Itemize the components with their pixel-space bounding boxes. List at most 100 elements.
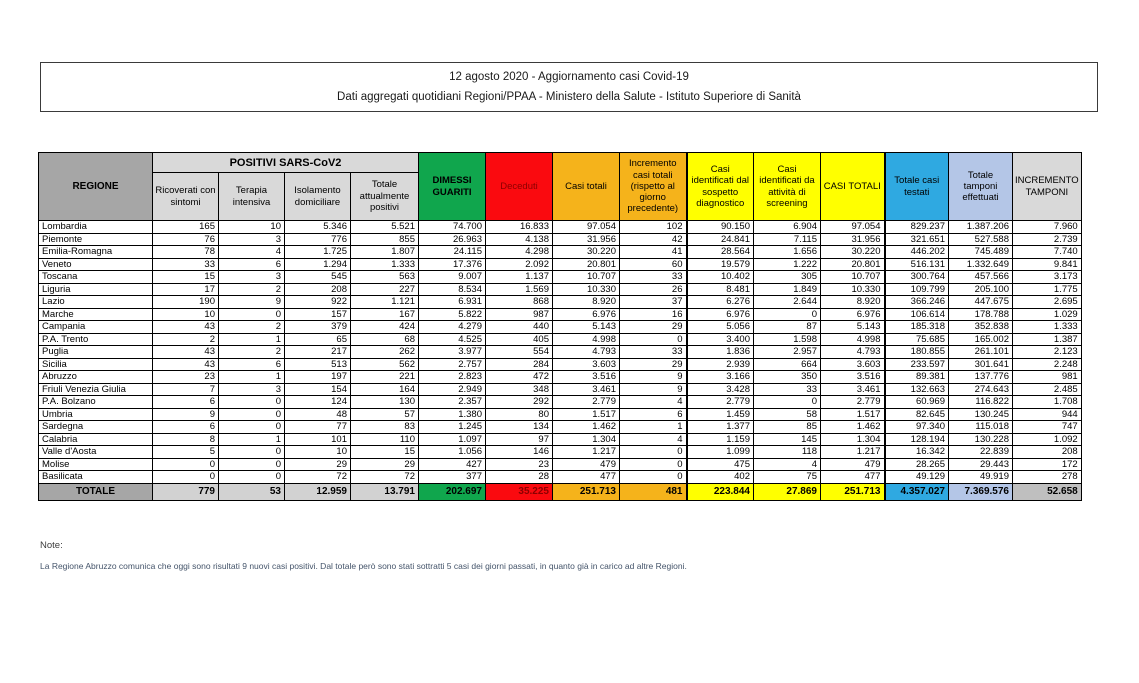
value-cell: 10.707 <box>821 271 885 284</box>
value-cell: 29 <box>351 458 419 471</box>
value-cell: 205.100 <box>949 283 1013 296</box>
value-cell: 301.641 <box>949 358 1013 371</box>
total-value-cell: 35.225 <box>486 483 553 500</box>
value-cell: 15 <box>351 446 419 459</box>
value-cell: 227 <box>351 283 419 296</box>
value-cell: 477 <box>553 471 620 484</box>
value-cell: 172 <box>1013 458 1082 471</box>
value-cell: 1.387 <box>1013 333 1082 346</box>
value-cell: 28 <box>486 471 553 484</box>
region-name: Liguria <box>39 283 153 296</box>
value-cell: 29.443 <box>949 458 1013 471</box>
value-cell: 6 <box>620 408 687 421</box>
value-cell: 3.603 <box>553 358 620 371</box>
table-row: P.A. Bolzano601241302.3572922.77942.7790… <box>39 396 1082 409</box>
value-cell: 124 <box>285 396 351 409</box>
value-cell: 352.838 <box>949 321 1013 334</box>
total-value-cell: 481 <box>620 483 687 500</box>
column-header-casi-sospetto-diagnostico: Casi identificati dal sospetto diagnosti… <box>687 153 754 221</box>
value-cell: 90.150 <box>687 221 754 234</box>
value-cell: 10 <box>153 308 219 321</box>
value-cell: 1.332.649 <box>949 258 1013 271</box>
value-cell: 6.276 <box>687 296 754 309</box>
column-header-incremento-casi-totali: Incremento casi totali (rispetto al gior… <box>620 153 687 221</box>
value-cell: 75.685 <box>885 333 949 346</box>
value-cell: 402 <box>687 471 754 484</box>
value-cell: 6.976 <box>687 308 754 321</box>
region-name: Valle d'Aosta <box>39 446 153 459</box>
value-cell: 1.099 <box>687 446 754 459</box>
value-cell: 0 <box>620 458 687 471</box>
value-cell: 6.976 <box>821 308 885 321</box>
value-cell: 85 <box>754 421 821 434</box>
region-name: Lombardia <box>39 221 153 234</box>
value-cell: 5.346 <box>285 221 351 234</box>
value-cell: 68 <box>351 333 419 346</box>
report-subtitle: Dati aggregati quotidiani Regioni/PPAA -… <box>41 91 1097 103</box>
value-cell: 4 <box>754 458 821 471</box>
value-cell: 101 <box>285 433 351 446</box>
value-cell: 6 <box>219 358 285 371</box>
value-cell: 190 <box>153 296 219 309</box>
value-cell: 0 <box>620 333 687 346</box>
value-cell: 0 <box>153 458 219 471</box>
value-cell: 7 <box>153 383 219 396</box>
column-header-casi-screening: Casi identificati da attività di screeni… <box>754 153 821 221</box>
column-header-terapia-intensiva: Terapia intensiva <box>219 173 285 221</box>
column-header-regione: REGIONE <box>39 153 153 221</box>
value-cell: 1.836 <box>687 346 754 359</box>
value-cell: 516.131 <box>885 258 949 271</box>
table-row: Lazio19099221.1216.9318688.920376.2762.6… <box>39 296 1082 309</box>
value-cell: 106.614 <box>885 308 949 321</box>
table-row: Abruzzo2311972212.8234723.51693.1663503.… <box>39 371 1082 384</box>
value-cell: 157 <box>285 308 351 321</box>
value-cell: 1.333 <box>351 258 419 271</box>
value-cell: 17 <box>153 283 219 296</box>
total-value-cell: 202.697 <box>419 483 486 500</box>
column-header-casi-totali-riepilogo: CASI TOTALI <box>821 153 885 221</box>
value-cell: 130 <box>351 396 419 409</box>
notes-label: Note: <box>40 540 63 551</box>
value-cell: 6.931 <box>419 296 486 309</box>
value-cell: 0 <box>219 471 285 484</box>
value-cell: 1.029 <box>1013 308 1082 321</box>
value-cell: 3.977 <box>419 346 486 359</box>
value-cell: 80 <box>486 408 553 421</box>
value-cell: 262 <box>351 346 419 359</box>
value-cell: 4.998 <box>821 333 885 346</box>
value-cell: 154 <box>285 383 351 396</box>
region-name: Molise <box>39 458 153 471</box>
value-cell: 16 <box>620 308 687 321</box>
value-cell: 48 <box>285 408 351 421</box>
value-cell: 1.056 <box>419 446 486 459</box>
region-name: Sardegna <box>39 421 153 434</box>
value-cell: 19.579 <box>687 258 754 271</box>
region-name: Basilicata <box>39 471 153 484</box>
table-row: Molise002929427234790475447928.26529.443… <box>39 458 1082 471</box>
value-cell: 8.920 <box>553 296 620 309</box>
table-row: Basilicata0072723772847704027547749.1294… <box>39 471 1082 484</box>
value-cell: 6.976 <box>553 308 620 321</box>
value-cell: 2.123 <box>1013 346 1082 359</box>
value-cell: 1.387.206 <box>949 221 1013 234</box>
value-cell: 1.849 <box>754 283 821 296</box>
region-name: Piemonte <box>39 233 153 246</box>
value-cell: 3 <box>219 383 285 396</box>
value-cell: 3.603 <box>821 358 885 371</box>
value-cell: 2.957 <box>754 346 821 359</box>
value-cell: 17.376 <box>419 258 486 271</box>
value-cell: 2 <box>219 346 285 359</box>
value-cell: 348 <box>486 383 553 396</box>
value-cell: 4 <box>219 246 285 259</box>
table-row: Emilia-Romagna7841.7251.80724.1154.29830… <box>39 246 1082 259</box>
value-cell: 1.517 <box>553 408 620 421</box>
notes-text: La Regione Abruzzo comunica che oggi son… <box>40 561 687 571</box>
value-cell: 2.485 <box>1013 383 1082 396</box>
value-cell: 10 <box>219 221 285 234</box>
table-row: Marche1001571675.8229876.976166.97606.97… <box>39 308 1082 321</box>
value-cell: 1.459 <box>687 408 754 421</box>
value-cell: 868 <box>486 296 553 309</box>
value-cell: 145 <box>754 433 821 446</box>
value-cell: 1.569 <box>486 283 553 296</box>
value-cell: 72 <box>351 471 419 484</box>
